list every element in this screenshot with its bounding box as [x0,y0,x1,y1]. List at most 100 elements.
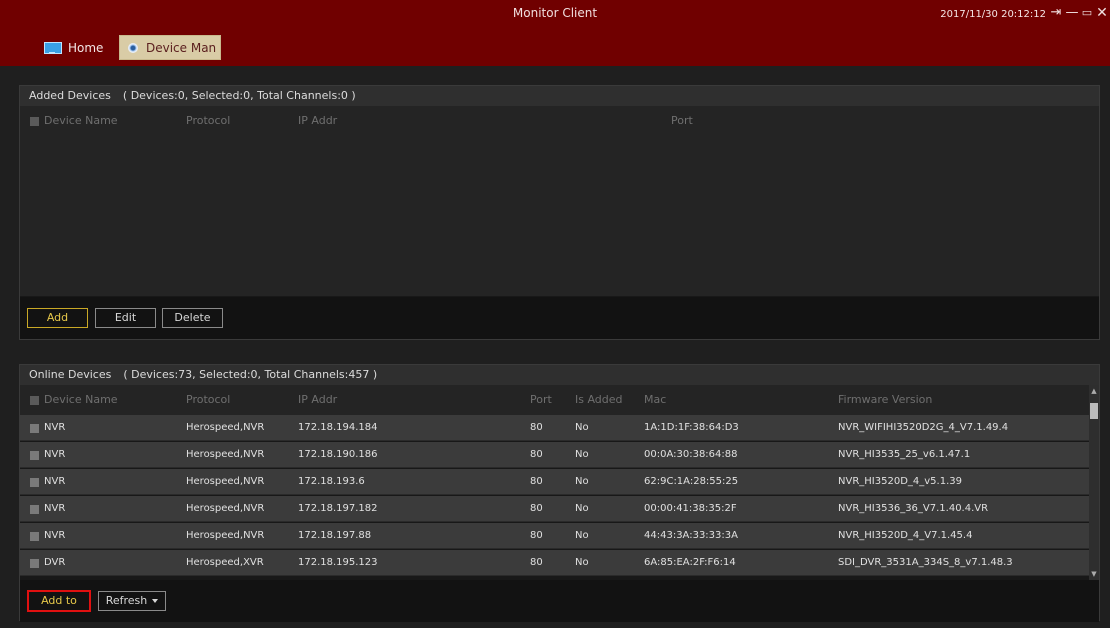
row-checkbox[interactable] [30,559,39,568]
cell-mac: 00:0A:30:38:64:88 [644,449,738,460]
cell-firmware-version: NVR_WIFIHI3520D2G_4_V7.1.49.4 [838,422,1009,433]
nav-device-man-label: Device Man [146,40,217,55]
online-devices-title: Online Devices [29,368,112,381]
online-devices-summary: ( Devices:73, Selected:0, Total Channels… [123,368,378,381]
table-row[interactable]: NVR Herospeed,NVR 172.18.197.88 80 No 44… [20,523,1089,549]
cell-port: 80 [530,530,543,541]
cell-ip-addr: 172.18.197.182 [298,503,378,514]
online-devices-header: Online Devices ( Devices:73, Selected:0, … [20,365,1099,385]
title-bar: Monitor Client 2017/11/30 20:12:12 ⇥ — ▭… [0,0,1110,66]
cell-protocol: Herospeed,NVR [186,449,265,460]
scrollbar-thumb[interactable] [1090,403,1098,419]
cell-protocol: Herospeed,NVR [186,530,265,541]
cell-is-added: No [575,503,589,514]
cell-protocol: Herospeed,NVR [186,503,265,514]
cell-mac: 1A:1D:1F:38:64:D3 [644,422,739,433]
cell-device-name: NVR [44,530,66,541]
cell-firmware-version: NVR_HI3535_25_v6.1.47.1 [838,449,971,460]
cell-protocol: Herospeed,NVR [186,422,265,433]
column-protocol[interactable]: Protocol [186,106,230,136]
restore-icon[interactable]: ▭ [1079,5,1095,21]
cell-mac: 00:00:41:38:35:2F [644,503,737,514]
added-devices-toolbar: Add Edit Delete [20,297,1099,339]
monitor-icon [44,41,62,54]
row-checkbox[interactable] [30,451,39,460]
cell-device-name: NVR [44,449,66,460]
caret-down-icon [152,599,159,603]
column-ip-addr[interactable]: IP Addr [298,106,337,136]
column-device-name[interactable]: Device Name [44,106,118,136]
delete-button[interactable]: Delete [162,308,223,328]
table-row[interactable]: NVR Herospeed,NVR 172.18.190.186 80 No 0… [20,442,1089,468]
nav-home-label: Home [68,40,104,55]
cell-device-name: NVR [44,422,66,433]
add-to-button[interactable]: Add to [27,590,91,612]
logout-icon[interactable]: ⇥ [1048,5,1064,21]
table-row[interactable]: NVR Herospeed,NVR 172.18.194.184 80 No 1… [20,415,1089,441]
nav-device-man-button[interactable]: Device Man [119,35,221,60]
cell-protocol: Herospeed,NVR [186,476,265,487]
column-device-name[interactable]: Device Name [44,385,118,415]
cell-device-name: NVR [44,503,66,514]
column-is-added[interactable]: Is Added [575,385,623,415]
scroll-up-arrow-icon[interactable]: ▲ [1090,387,1098,395]
table-row[interactable]: DVR Herospeed,XVR 172.18.195.123 80 No 6… [20,550,1089,576]
column-protocol[interactable]: Protocol [186,385,230,415]
table-row[interactable]: NVR Herospeed,NVR 172.18.197.182 80 No 0… [20,496,1089,522]
add-button[interactable]: Add [27,308,88,328]
cell-is-added: No [575,476,589,487]
scroll-down-arrow-icon[interactable]: ▼ [1090,570,1098,578]
cell-firmware-version: SDI_DVR_3531A_334S_8_v7.1.48.3 [838,557,1013,568]
added-devices-list [20,136,1099,296]
cell-is-added: No [575,557,589,568]
select-all-checkbox[interactable] [30,396,39,405]
camera-icon [128,42,138,53]
online-devices-toolbar: Add to Refresh [20,580,1099,622]
select-all-checkbox[interactable] [30,117,39,126]
cell-is-added: No [575,449,589,460]
online-devices-panel: Online Devices ( Devices:73, Selected:0, … [19,364,1100,622]
added-devices-summary: ( Devices:0, Selected:0, Total Channels:… [122,89,356,102]
cell-port: 80 [530,557,543,568]
minimize-icon[interactable]: — [1064,5,1080,21]
row-checkbox[interactable] [30,532,39,541]
cell-ip-addr: 172.18.190.186 [298,449,378,460]
table-row[interactable]: NVR Herospeed,NVR 172.18.193.6 80 No 62:… [20,469,1089,495]
row-checkbox[interactable] [30,424,39,433]
cell-firmware-version: NVR_HI3520D_4_V7.1.45.4 [838,530,973,541]
cell-ip-addr: 172.18.197.88 [298,530,372,541]
edit-button[interactable]: Edit [95,308,156,328]
column-mac[interactable]: Mac [644,385,666,415]
column-firmware-version[interactable]: Firmware Version [838,385,932,415]
cell-protocol: Herospeed,XVR [186,557,264,568]
cell-mac: 44:43:3A:33:33:3A [644,530,738,541]
cell-is-added: No [575,422,589,433]
cell-mac: 6A:85:EA:2F:F6:14 [644,557,736,568]
added-devices-title: Added Devices [29,89,111,102]
column-ip-addr[interactable]: IP Addr [298,385,337,415]
cell-mac: 62:9C:1A:28:55:25 [644,476,739,487]
datetime-display: 2017/11/30 20:12:12 [940,9,1046,20]
row-checkbox[interactable] [30,478,39,487]
cell-ip-addr: 172.18.193.6 [298,476,365,487]
cell-firmware-version: NVR_HI3520D_4_v5.1.39 [838,476,962,487]
refresh-label: Refresh [105,594,148,607]
cell-port: 80 [530,503,543,514]
close-icon[interactable]: ✕ [1094,5,1110,21]
added-devices-panel: Added Devices ( Devices:0, Selected:0, To… [19,85,1100,340]
vertical-scrollbar[interactable]: ▲ ▼ [1089,385,1099,580]
cell-device-name: NVR [44,476,66,487]
nav-home-button[interactable]: Home [38,35,114,60]
column-port[interactable]: Port [530,385,552,415]
added-devices-header: Added Devices ( Devices:0, Selected:0, To… [20,86,1099,106]
online-devices-list: NVR Herospeed,NVR 172.18.194.184 80 No 1… [20,415,1089,580]
cell-device-name: DVR [44,557,66,568]
row-checkbox[interactable] [30,505,39,514]
cell-ip-addr: 172.18.195.123 [298,557,378,568]
refresh-dropdown-button[interactable]: Refresh [98,591,166,611]
cell-port: 80 [530,422,543,433]
cell-is-added: No [575,530,589,541]
column-port[interactable]: Port [671,106,693,136]
cell-port: 80 [530,449,543,460]
online-devices-column-header: Device Name Protocol IP Addr Port Is Add… [20,385,1099,415]
